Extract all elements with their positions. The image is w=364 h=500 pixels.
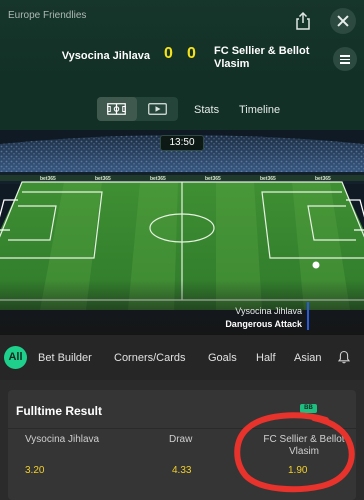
option-price: 3.20 — [25, 465, 45, 476]
pitch-view-button[interactable] — [97, 97, 137, 121]
away-team-line1: FC Sellier & Bellot — [214, 45, 310, 57]
match-header: Europe Friendlies Vysocina Jihlava 0 0 F… — [0, 0, 364, 80]
option-name: Vysocina Jihlava — [25, 434, 100, 445]
tab-stats[interactable]: Stats — [194, 104, 219, 116]
attack-team: Vysocina Jihlava — [235, 306, 302, 316]
menu-icon[interactable] — [333, 47, 357, 71]
tab-asian[interactable]: Asian — [294, 352, 322, 364]
board-ad: bet365 — [40, 176, 56, 182]
media-toggle — [97, 97, 178, 121]
attack-indicator: Vysocina Jihlava Dangerous Attack — [225, 305, 302, 331]
option-name: FC Sellier & Bellot Vlasim — [252, 434, 356, 458]
market-title[interactable]: Fulltime Result — [16, 404, 102, 418]
home-team-name: Vysocina Jihlava — [61, 50, 150, 62]
option-name: Draw — [169, 434, 193, 445]
away-score: 0 — [187, 45, 196, 62]
tab-goals[interactable]: Goals — [208, 352, 237, 364]
attack-status: Dangerous Attack — [225, 319, 302, 329]
option-price: 4.33 — [172, 465, 192, 476]
attack-team-bar — [307, 302, 309, 330]
video-play-icon[interactable] — [148, 103, 167, 115]
away-team-name: FC Sellier & Bellot Vlasim — [214, 45, 309, 71]
match-clock: 13:50 — [160, 135, 204, 151]
pitch-graphic: bet365 bet365 bet365 bet365 bet365 bet36… — [0, 130, 364, 335]
away-team-line2: Vlasim — [214, 58, 250, 70]
share-icon[interactable] — [294, 11, 312, 31]
bet-builder-badge: BB — [300, 404, 317, 413]
tab-half[interactable]: Half — [256, 352, 276, 364]
option-name-line2: Vlasim — [288, 446, 319, 457]
board-ad: bet365 — [315, 176, 331, 182]
media-bar: Stats Timeline — [0, 80, 364, 130]
board-ad: bet365 — [95, 176, 111, 182]
tab-all[interactable]: All — [4, 346, 27, 369]
board-ad: bet365 — [150, 176, 166, 182]
home-score: 0 — [164, 45, 173, 62]
close-icon[interactable] — [330, 8, 356, 34]
board-ad: bet365 — [260, 176, 276, 182]
card-divider — [8, 428, 356, 429]
market-tabs: All Bet Builder Corners/Cards Goals Half… — [0, 335, 364, 380]
tab-timeline[interactable]: Timeline — [239, 104, 280, 116]
board-ad: bet365 — [205, 176, 221, 182]
market-card: Fulltime Result BB Vysocina Jihlava 3.20… — [8, 390, 356, 500]
tab-corners-cards[interactable]: Corners/Cards — [114, 352, 186, 364]
pitch-view-icon — [107, 103, 126, 115]
bell-icon[interactable] — [338, 350, 350, 364]
league-name: Europe Friendlies — [8, 10, 87, 21]
option-price: 1.90 — [288, 465, 308, 476]
tab-bet-builder[interactable]: Bet Builder — [38, 352, 92, 364]
pitch-visualisation: bet365 bet365 bet365 bet365 bet365 bet36… — [0, 130, 364, 335]
option-name-line1: FC Sellier & Bellot — [263, 434, 345, 445]
